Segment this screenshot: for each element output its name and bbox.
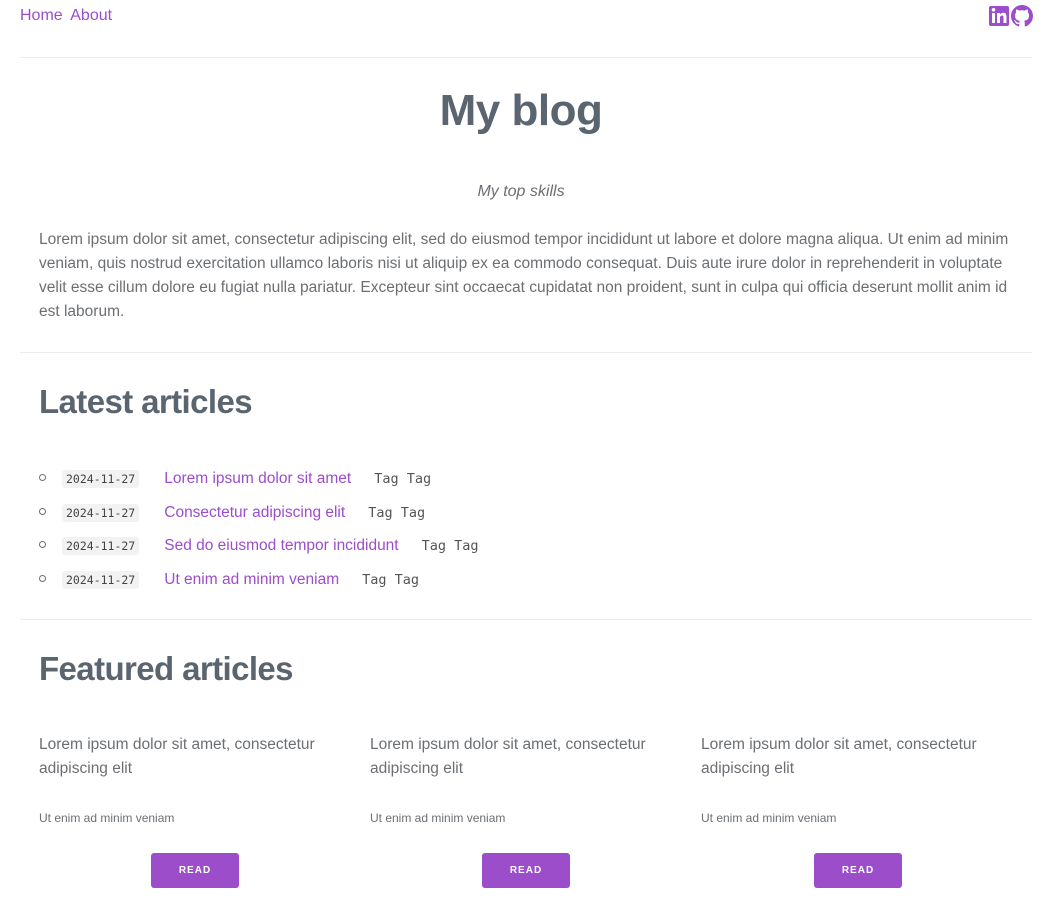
article-link[interactable]: Lorem ipsum dolor sit amet	[164, 470, 351, 488]
top-nav: Home About	[20, 0, 1033, 58]
latest-articles-list: 2024-11-27 Lorem ipsum dolor sit amet Ta…	[39, 462, 479, 597]
article-tags: Tag Tag	[374, 470, 432, 487]
intro-paragraph: Lorem ipsum dolor sit amet, consectetur …	[39, 231, 1009, 320]
featured-card: Lorem ipsum dolor sit amet, consectetur …	[701, 733, 991, 888]
nav-link-about[interactable]: About	[70, 7, 112, 24]
latest-articles-heading: Latest articles	[39, 383, 253, 420]
article-tags: Tag Tag	[421, 538, 479, 555]
featured-card-description: Ut enim ad minim veniam	[39, 811, 175, 825]
read-button[interactable]: READ	[151, 853, 239, 888]
read-button[interactable]: READ	[482, 853, 570, 888]
article-link[interactable]: Sed do eiusmod tempor incididunt	[164, 537, 398, 555]
featured-card-description: Ut enim ad minim veniam	[370, 811, 506, 825]
page-subtitle: My top skills	[477, 183, 565, 200]
featured-card: Lorem ipsum dolor sit amet, consectetur …	[370, 733, 660, 888]
page-title: My blog	[439, 86, 603, 135]
featured-card-description: Ut enim ad minim veniam	[701, 811, 837, 825]
bullet-icon	[39, 474, 46, 481]
list-item: 2024-11-27 Ut enim ad minim veniam Tag T…	[39, 563, 479, 597]
featured-card-title: Lorem ipsum dolor sit amet, consectetur …	[39, 736, 315, 777]
article-date: 2024-11-27	[62, 503, 140, 522]
list-item: 2024-11-27 Lorem ipsum dolor sit amet Ta…	[39, 462, 479, 496]
bullet-icon	[39, 507, 46, 515]
list-item: 2024-11-27 Sed do eiusmod tempor incidid…	[39, 529, 479, 563]
linkedin-icon[interactable]	[989, 5, 1011, 27]
article-link[interactable]: Consectetur adipiscing elit	[164, 504, 345, 522]
nav-link-home[interactable]: Home	[20, 7, 63, 24]
section-divider	[20, 619, 1032, 620]
featured-card-title: Lorem ipsum dolor sit amet, consectetur …	[701, 736, 977, 777]
list-item: 2024-11-27 Consectetur adipiscing elit T…	[39, 496, 479, 530]
article-date: 2024-11-27	[62, 537, 140, 556]
featured-articles-heading: Featured articles	[39, 650, 294, 687]
article-date: 2024-11-27	[62, 570, 140, 589]
bullet-icon	[39, 575, 46, 583]
featured-card: Lorem ipsum dolor sit amet, consectetur …	[39, 733, 329, 888]
article-date: 2024-11-27	[62, 469, 140, 488]
article-tags: Tag Tag	[368, 504, 426, 521]
read-button[interactable]: READ	[814, 853, 902, 888]
github-icon[interactable]	[1011, 5, 1033, 27]
bullet-icon	[39, 541, 46, 549]
section-divider	[20, 352, 1032, 353]
article-tags: Tag Tag	[362, 571, 420, 588]
nav-links: Home About	[20, 7, 116, 25]
article-link[interactable]: Ut enim ad minim veniam	[164, 571, 339, 589]
social-links	[989, 5, 1033, 27]
featured-card-title: Lorem ipsum dolor sit amet, consectetur …	[370, 736, 646, 777]
